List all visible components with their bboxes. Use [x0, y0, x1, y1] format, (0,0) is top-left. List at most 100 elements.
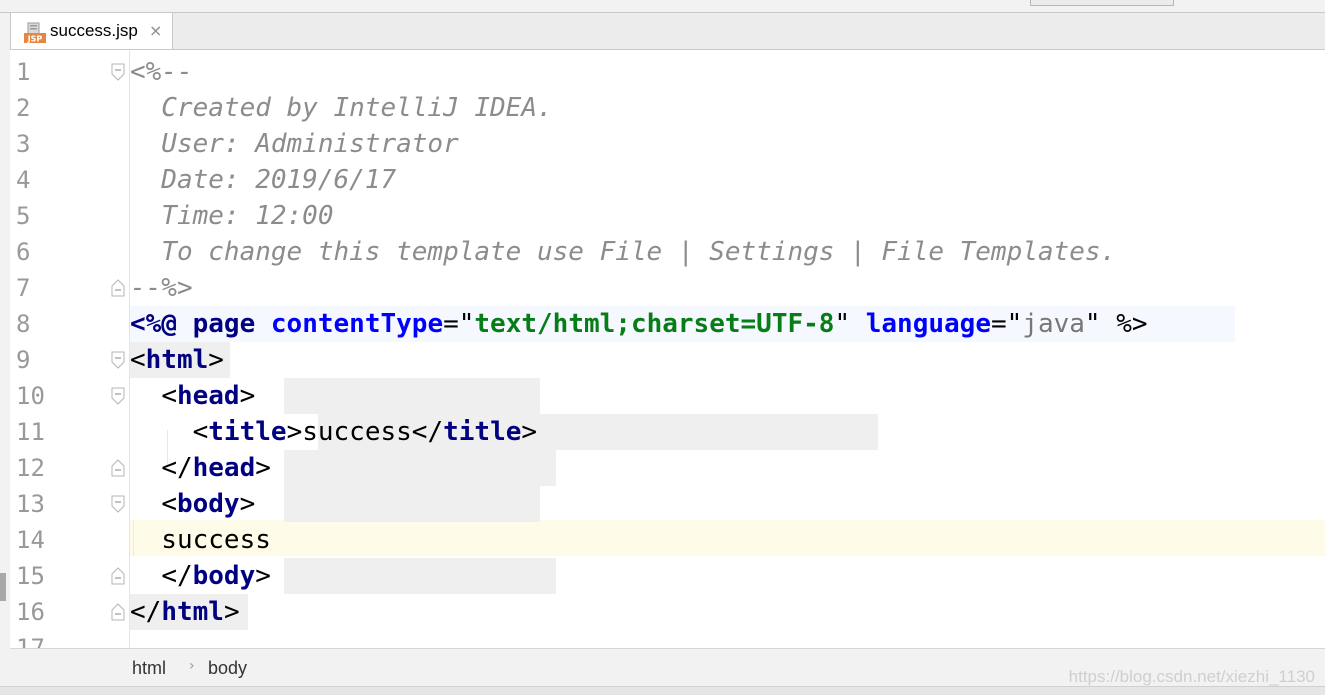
code-token: >: [286, 417, 303, 447]
fold-end-icon[interactable]: [110, 279, 126, 297]
code-token: title: [208, 417, 287, 447]
jsp-file-icon: JSP: [24, 22, 46, 44]
scroll-marker[interactable]: [0, 573, 6, 601]
code-token: >: [255, 561, 271, 591]
code-token: </: [411, 417, 444, 447]
fold-collapse-icon[interactable]: [110, 495, 126, 513]
code-line[interactable]: </body>: [130, 558, 271, 594]
code-token: head: [176, 381, 240, 411]
code-token: >: [521, 417, 538, 447]
code-token: Date: 2019/6/17: [130, 165, 397, 195]
line-number: 12: [16, 454, 45, 482]
code-token: success: [302, 417, 412, 447]
code-token: ": [458, 309, 475, 339]
code-token: >: [255, 453, 271, 483]
fold-collapse-icon[interactable]: [110, 63, 126, 81]
line-number: 16: [16, 598, 45, 626]
code-line[interactable]: <%--: [130, 54, 193, 90]
line-number: 11: [16, 418, 45, 446]
code-line[interactable]: Date: 2019/6/17: [130, 162, 396, 198]
code-line[interactable]: </html>: [130, 594, 240, 630]
code-line[interactable]: <html>: [130, 342, 224, 378]
code-line[interactable]: User: Administrator: [130, 126, 458, 162]
code-token: <: [161, 381, 177, 411]
code-editor[interactable]: 1 <%-- 2 Created by IntelliJ IDEA. 3 User: …: [10, 50, 1325, 648]
fold-collapse-icon[interactable]: [110, 387, 126, 405]
line-number: 5: [16, 202, 31, 230]
line-number: 2: [16, 94, 31, 122]
code-token: </: [161, 561, 193, 591]
code-token: =: [443, 309, 459, 339]
code-token: <: [161, 489, 177, 519]
top-toolbar-strip: [0, 0, 1325, 13]
code-token: To change this template use File | Setti…: [130, 237, 1117, 267]
tag-match-highlight: [284, 486, 540, 522]
code-token: >: [208, 345, 224, 375]
fold-end-icon[interactable]: [110, 459, 126, 477]
fold-end-icon[interactable]: [110, 567, 126, 585]
code-token: %>: [1116, 309, 1148, 339]
code-line[interactable]: </head>: [130, 450, 271, 486]
code-token: head: [192, 453, 256, 483]
code-token: contentType: [270, 309, 444, 339]
line-number: 8: [16, 310, 31, 338]
code-token: Time: 12:00: [130, 201, 334, 231]
code-line[interactable]: --%>: [130, 270, 193, 306]
code-token: html: [145, 345, 209, 375]
code-token: >: [239, 381, 256, 411]
code-token: =: [990, 309, 1007, 339]
breadcrumb-item-body[interactable]: body: [208, 658, 247, 679]
code-line[interactable]: <head>: [130, 378, 255, 414]
tab-label: success.jsp: [50, 21, 138, 40]
code-token: ": [834, 309, 866, 339]
line-number: 6: [16, 238, 31, 266]
line-number: 10: [16, 382, 45, 410]
code-token: <%@: [130, 309, 193, 339]
code-line[interactable]: <%@ page contentType="text/html;charset=…: [130, 306, 1148, 342]
line-number: 9: [16, 346, 31, 374]
breadcrumb-separator: ›: [189, 658, 195, 674]
close-tab-icon[interactable]: ×: [149, 21, 162, 40]
code-token: ": [1084, 309, 1117, 339]
code-token: body: [192, 561, 256, 591]
code-token: language: [865, 309, 991, 339]
code-token: >: [223, 597, 240, 627]
code-token: Created by IntelliJ IDEA.: [130, 93, 553, 123]
code-line[interactable]: To change this template use File | Setti…: [130, 234, 1116, 270]
code-token: >: [239, 489, 256, 519]
code-token: page: [192, 309, 271, 339]
line-number: 3: [16, 130, 31, 158]
code-line[interactable]: success: [130, 522, 271, 558]
fold-collapse-icon[interactable]: [110, 351, 126, 369]
breadcrumb-item-html[interactable]: html: [132, 658, 166, 679]
code-token: --%>: [130, 273, 193, 303]
code-token: body: [176, 489, 240, 519]
code-line[interactable]: Time: 12:00: [130, 198, 334, 234]
code-token: success: [130, 525, 271, 555]
tag-match-highlight: [284, 378, 540, 414]
code-line[interactable]: Created by IntelliJ IDEA.: [130, 90, 553, 126]
code-line[interactable]: <body>: [130, 486, 255, 522]
editor-tab-bar: JSP success.jsp ×: [10, 13, 1325, 50]
code-token: title: [443, 417, 522, 447]
tag-match-highlight: [284, 558, 556, 594]
watermark: https://blog.csdn.net/xiezhi_1130: [1068, 667, 1315, 686]
code-token: <: [192, 417, 209, 447]
code-token: <%--: [130, 57, 193, 87]
code-token: </: [130, 597, 162, 627]
toolbar-button-fragment[interactable]: [1030, 0, 1174, 6]
tag-match-highlight: [284, 450, 556, 486]
line-number: 15: [16, 562, 45, 590]
code-token: java: [1022, 309, 1085, 339]
tab-success-jsp[interactable]: JSP success.jsp ×: [10, 13, 173, 49]
code-line[interactable]: <title>success</title>: [130, 414, 537, 450]
fold-end-icon[interactable]: [110, 603, 126, 621]
line-number: 13: [16, 490, 45, 518]
code-token: <: [130, 345, 146, 375]
code-token: html: [161, 597, 224, 627]
